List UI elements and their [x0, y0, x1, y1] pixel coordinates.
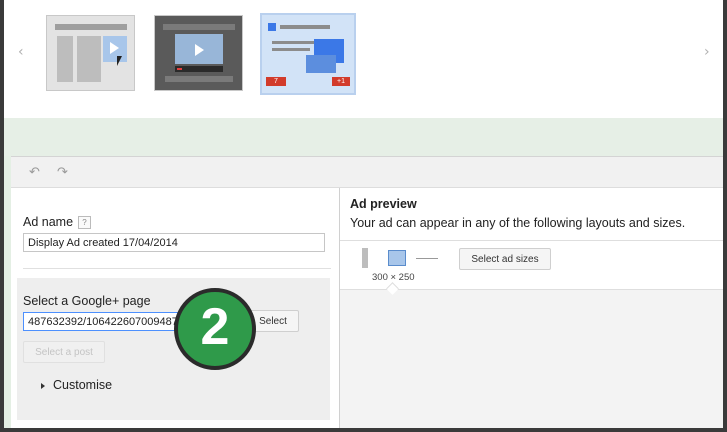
- ad-name-input[interactable]: Display Ad created 17/04/2014: [23, 233, 325, 252]
- layout-thumbnail-3-selected[interactable]: 7 +1: [260, 13, 356, 95]
- undo-icon[interactable]: ↶: [29, 165, 40, 180]
- ad-preview-title: Ad preview: [350, 197, 417, 211]
- comments-badge: 7: [266, 77, 286, 86]
- chevron-right-icon[interactable]: ›: [704, 44, 710, 60]
- ad-name-label: Ad name?: [23, 215, 92, 230]
- plus-one-badge: +1: [332, 77, 350, 86]
- app-frame: ‹ › 7 +1 ↶ ↷ Ad name ? Display Ad create…: [4, 0, 723, 428]
- size-indicator-bar: [362, 248, 368, 268]
- expand-triangle-icon: [41, 382, 45, 389]
- ad-preview-subtitle: Your ad can appear in any of the followi…: [350, 216, 686, 230]
- play-icon: [195, 44, 204, 56]
- divider: [23, 268, 331, 269]
- step-number-badge: 2: [174, 288, 256, 370]
- size-line-icon: [416, 258, 438, 259]
- editor-toolbar: ↶ ↷: [11, 157, 723, 188]
- editor-panel: ↶ ↷ Ad name? Display Ad created 17/04/20…: [11, 156, 723, 428]
- customise-toggle[interactable]: Customise: [41, 378, 112, 392]
- select-post-button[interactable]: Select a post: [23, 341, 105, 363]
- ad-preview-pane: Ad preview Your ad can appear in any of …: [340, 188, 723, 428]
- page-background: [4, 118, 723, 156]
- size-300x250-icon[interactable]: [388, 250, 406, 266]
- ad-settings-pane: Ad name? Display Ad created 17/04/2014 S…: [11, 188, 340, 428]
- play-icon: [110, 42, 119, 54]
- select-ad-sizes-button[interactable]: Select ad sizes: [459, 248, 551, 270]
- redo-icon[interactable]: ↷: [57, 165, 68, 180]
- layout-thumbnail-1[interactable]: [46, 15, 135, 91]
- ad-size-row: 300 × 250 Select ad sizes: [340, 241, 723, 290]
- ad-size-label: 300 × 250: [372, 272, 415, 283]
- google-page-label: Select a Google+ page: [23, 294, 151, 308]
- ad-preview-header: Ad preview Your ad can appear in any of …: [340, 188, 723, 241]
- chevron-left-icon[interactable]: ‹: [18, 44, 24, 60]
- cursor-icon: [117, 56, 122, 66]
- help-icon[interactable]: ?: [78, 216, 92, 230]
- layout-thumbnail-2[interactable]: [154, 15, 243, 91]
- layout-carousel: ‹ › 7 +1: [4, 0, 723, 119]
